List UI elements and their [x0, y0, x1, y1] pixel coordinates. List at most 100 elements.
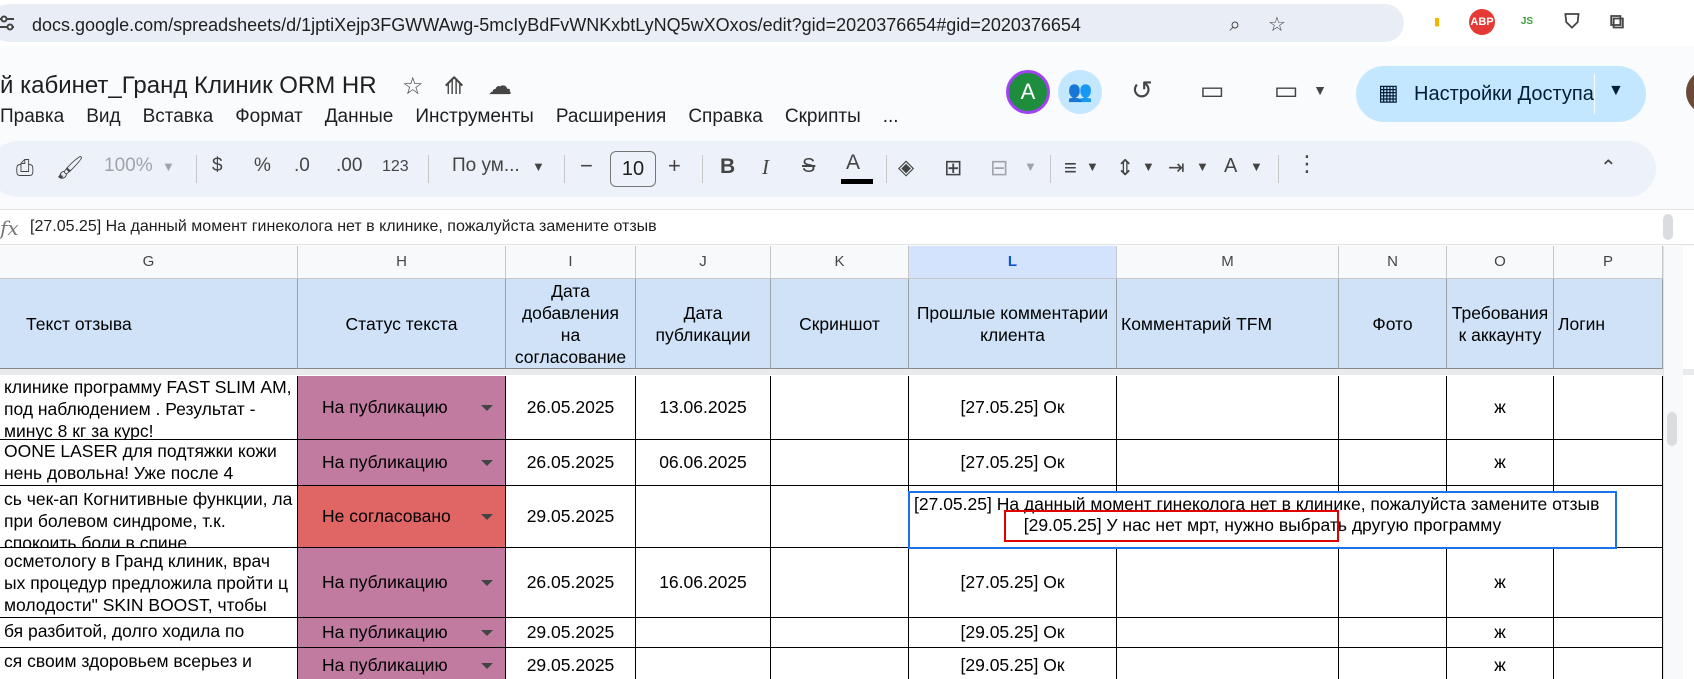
publish-date-cell[interactable]: 16.06.2025 [636, 548, 771, 618]
column-header-h[interactable]: H [298, 246, 506, 279]
column-header-i[interactable]: I [506, 246, 636, 279]
photo-cell[interactable] [1339, 548, 1447, 618]
review-text-cell[interactable]: OONE LASER для подтяжки кожи нень доволь… [0, 440, 298, 486]
number-format-button[interactable]: 123 [382, 158, 409, 176]
merge-cells-icon[interactable]: ⊟ [990, 155, 1008, 181]
extensions-puzzle-icon[interactable]: ⧉ [1604, 9, 1630, 35]
column-header-o[interactable]: O [1447, 246, 1554, 279]
horizontal-align-icon[interactable]: ≡ [1064, 155, 1077, 181]
status-dropdown[interactable]: На публикацию [298, 648, 506, 679]
date-added-cell[interactable]: 29.05.2025 [506, 486, 636, 548]
screenshot-cell[interactable] [771, 548, 909, 618]
review-text-cell[interactable]: ся своим здоровьем всерьез и [0, 648, 298, 679]
tfm-comment-cell[interactable] [1117, 648, 1339, 679]
font-size-increase-button[interactable]: + [668, 153, 681, 179]
publish-date-cell[interactable] [636, 486, 771, 548]
site-settings-icon[interactable] [0, 14, 16, 32]
header-cell-login[interactable]: Логин [1554, 279, 1663, 369]
formula-input[interactable]: [27.05.25] На данный момент гинеколога н… [30, 218, 657, 236]
screenshot-cell[interactable] [771, 440, 909, 486]
meet-camera-icon[interactable]: ▭ [1268, 72, 1304, 108]
share-button[interactable]: ▦ Настройки Доступа ▼ [1356, 66, 1646, 122]
merge-dropdown-icon[interactable]: ▼ [1024, 159, 1037, 174]
chevron-down-icon[interactable] [481, 579, 493, 586]
status-dropdown[interactable]: На публикацию [298, 376, 506, 440]
header-cell-account-requirements[interactable]: Требования к аккаунту [1447, 279, 1554, 369]
status-dropdown[interactable]: На публикацию [298, 618, 506, 648]
zoom-dropdown-icon[interactable]: ▼ [162, 159, 175, 174]
screenshot-cell[interactable] [771, 648, 909, 679]
login-cell[interactable] [1554, 648, 1663, 679]
vertical-scrollbar-track[interactable] [1663, 246, 1683, 679]
tfm-comment-cell[interactable] [1117, 440, 1339, 486]
cloud-saved-icon[interactable]: ☁ [488, 72, 512, 101]
status-dropdown[interactable]: На публикацию [298, 548, 506, 618]
requirements-cell[interactable]: ж [1447, 618, 1554, 648]
login-cell[interactable] [1554, 618, 1663, 648]
increase-decimal-button[interactable]: .00 [336, 155, 362, 177]
halign-dropdown-icon[interactable]: ▼ [1086, 159, 1099, 174]
column-header-m[interactable]: M [1117, 246, 1339, 279]
header-cell-tfm-comment[interactable]: Комментарий TFM [1117, 279, 1339, 369]
chevron-down-icon[interactable] [481, 629, 493, 636]
collapse-toolbar-icon[interactable]: ⌃ [1600, 155, 1617, 180]
header-cell-publish-date[interactable]: Дата публикации [636, 279, 771, 369]
meet-dropdown-icon[interactable]: ▼ [1302, 72, 1338, 108]
review-text-cell[interactable]: осметологу в Гранд клиник, врач ых проце… [0, 548, 298, 618]
comments-icon[interactable]: ▭ [1194, 72, 1230, 108]
requirements-cell[interactable]: ж [1447, 648, 1554, 679]
font-size-input[interactable]: 10 [610, 151, 656, 187]
meet-present-icon[interactable]: 👥 [1058, 70, 1102, 114]
photo-cell[interactable] [1339, 648, 1447, 679]
tfm-comment-cell[interactable] [1117, 548, 1339, 618]
frozen-row-divider[interactable] [0, 369, 1694, 375]
text-wrapping-icon[interactable]: ⇥ [1168, 155, 1185, 180]
column-header-l[interactable]: L [909, 246, 1117, 279]
menu-format[interactable]: Формат [235, 106, 303, 128]
menu-more[interactable]: ... [883, 106, 899, 128]
chevron-down-icon[interactable] [481, 662, 493, 669]
login-cell[interactable] [1554, 376, 1663, 440]
shield-extension-icon[interactable]: ⛉ [1559, 9, 1585, 35]
login-cell[interactable] [1554, 548, 1663, 618]
chevron-down-icon[interactable] [481, 513, 493, 520]
vertical-align-icon[interactable]: ⇕ [1116, 155, 1134, 181]
star-icon[interactable]: ☆ [402, 72, 424, 101]
chevron-down-icon[interactable] [481, 459, 493, 466]
print-icon[interactable]: ⎙ [16, 155, 34, 181]
chevron-down-icon[interactable] [481, 404, 493, 411]
document-title[interactable]: й кабинет_Гранд Клиник ORM HR [0, 72, 377, 100]
column-header-p[interactable]: P [1554, 246, 1663, 279]
tfm-comment-cell[interactable] [1117, 618, 1339, 648]
vertical-scrollbar-thumb[interactable] [1667, 412, 1677, 446]
requirements-cell[interactable]: ж [1447, 376, 1554, 440]
wrap-dropdown-icon[interactable]: ▼ [1196, 159, 1209, 174]
review-text-cell[interactable]: клинике программу FAST SLIM АМ, под набл… [0, 376, 298, 440]
header-cell-photo[interactable]: Фото [1339, 279, 1447, 369]
requirements-cell[interactable]: ж [1447, 548, 1554, 618]
version-history-icon[interactable]: ↺ [1124, 72, 1160, 108]
screenshot-cell[interactable] [771, 486, 909, 548]
collaborator-avatar[interactable]: A [1006, 70, 1050, 114]
header-cell-date-added[interactable]: Дата добавления на согласование [506, 279, 636, 369]
header-cell-text-status[interactable]: Статус текста [298, 279, 506, 369]
decrease-decimal-button[interactable]: .0 [294, 155, 310, 177]
status-dropdown[interactable]: Не согласовано [298, 486, 506, 548]
address-bar[interactable]: docs.google.com/spreadsheets/d/1jptiXejp… [0, 4, 1404, 42]
column-header-j[interactable]: J [636, 246, 771, 279]
photo-cell[interactable] [1339, 376, 1447, 440]
publish-date-cell[interactable]: 13.06.2025 [636, 376, 771, 440]
date-added-cell[interactable]: 26.05.2025 [506, 440, 636, 486]
column-header-k[interactable]: K [771, 246, 909, 279]
publish-date-cell[interactable]: 06.06.2025 [636, 440, 771, 486]
currency-format-button[interactable]: $ [212, 155, 223, 177]
photo-cell[interactable] [1339, 440, 1447, 486]
italic-icon[interactable]: I [762, 155, 769, 180]
past-comments-cell[interactable]: [29.05.25] Ок [909, 618, 1117, 648]
share-dropdown-icon[interactable]: ▼ [1608, 82, 1624, 100]
header-cell-review-text[interactable]: Текст отзыва [0, 279, 298, 369]
js-extension-icon[interactable]: JS [1514, 9, 1540, 35]
date-added-cell[interactable]: 29.05.2025 [506, 618, 636, 648]
screenshot-cell[interactable] [771, 376, 909, 440]
font-dropdown-icon[interactable]: ▼ [532, 159, 545, 174]
